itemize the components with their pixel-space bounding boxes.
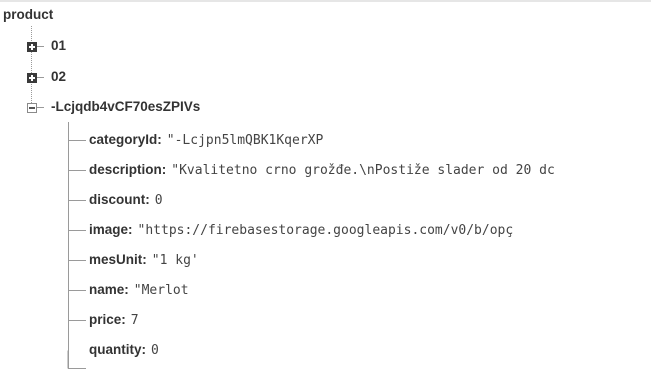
node-expanded-label[interactable]: -Lcjqdb4vCF70esZPIVs xyxy=(51,96,200,118)
database-tree: product 01 02 -Lcjqdb4vCF70esZPIVs categ… xyxy=(0,0,651,379)
field-row-categoryId[interactable]: categoryId: "-Lcjpn5lmQBK1KqerXP xyxy=(89,129,323,151)
field-key: description: xyxy=(89,162,167,177)
field-key: categoryId: xyxy=(89,132,162,147)
field-row-name[interactable]: name: "Merlot xyxy=(89,279,189,301)
field-value[interactable]: 0 xyxy=(151,343,159,358)
field-row-mesUnit[interactable]: mesUnit: "1 kg' xyxy=(89,249,199,271)
field-key: mesUnit: xyxy=(89,252,147,267)
root-node-label[interactable]: product xyxy=(3,4,53,26)
field-row-description[interactable]: description: "Kvalitetno crno grožđe.\nPo… xyxy=(89,159,555,181)
field-row-image[interactable]: image: "https://firebasestorage.googleapi… xyxy=(89,219,513,241)
field-value[interactable]: "https://firebasestorage.googleapis.com/… xyxy=(138,223,514,238)
field-value[interactable]: 7 xyxy=(131,313,139,328)
field-key: quantity: xyxy=(89,342,146,357)
collapse-node-minus-icon[interactable] xyxy=(27,103,37,113)
field-value[interactable]: "1 kg' xyxy=(152,253,199,268)
expand-02-plus-icon[interactable] xyxy=(27,73,37,83)
field-value[interactable]: "Merlot xyxy=(134,283,189,298)
field-value[interactable]: "Kvalitetno crno grožđe.\nPostiže slader… xyxy=(171,163,555,178)
field-key: image: xyxy=(89,222,133,237)
expand-01-plus-icon[interactable] xyxy=(27,42,37,52)
field-value[interactable]: 0 xyxy=(155,193,163,208)
field-key: discount: xyxy=(89,192,150,207)
field-key: price: xyxy=(89,312,126,327)
field-row-quantity[interactable]: quantity: 0 xyxy=(89,339,159,361)
field-row-price[interactable]: price: 7 xyxy=(89,309,139,331)
field-key: name: xyxy=(89,282,129,297)
node-01-label[interactable]: 01 xyxy=(51,35,66,57)
node-02-label[interactable]: 02 xyxy=(51,66,66,88)
top-divider xyxy=(0,0,651,2)
field-value[interactable]: "-Lcjpn5lmQBK1KqerXP xyxy=(167,133,324,148)
field-row-discount[interactable]: discount: 0 xyxy=(89,189,163,211)
